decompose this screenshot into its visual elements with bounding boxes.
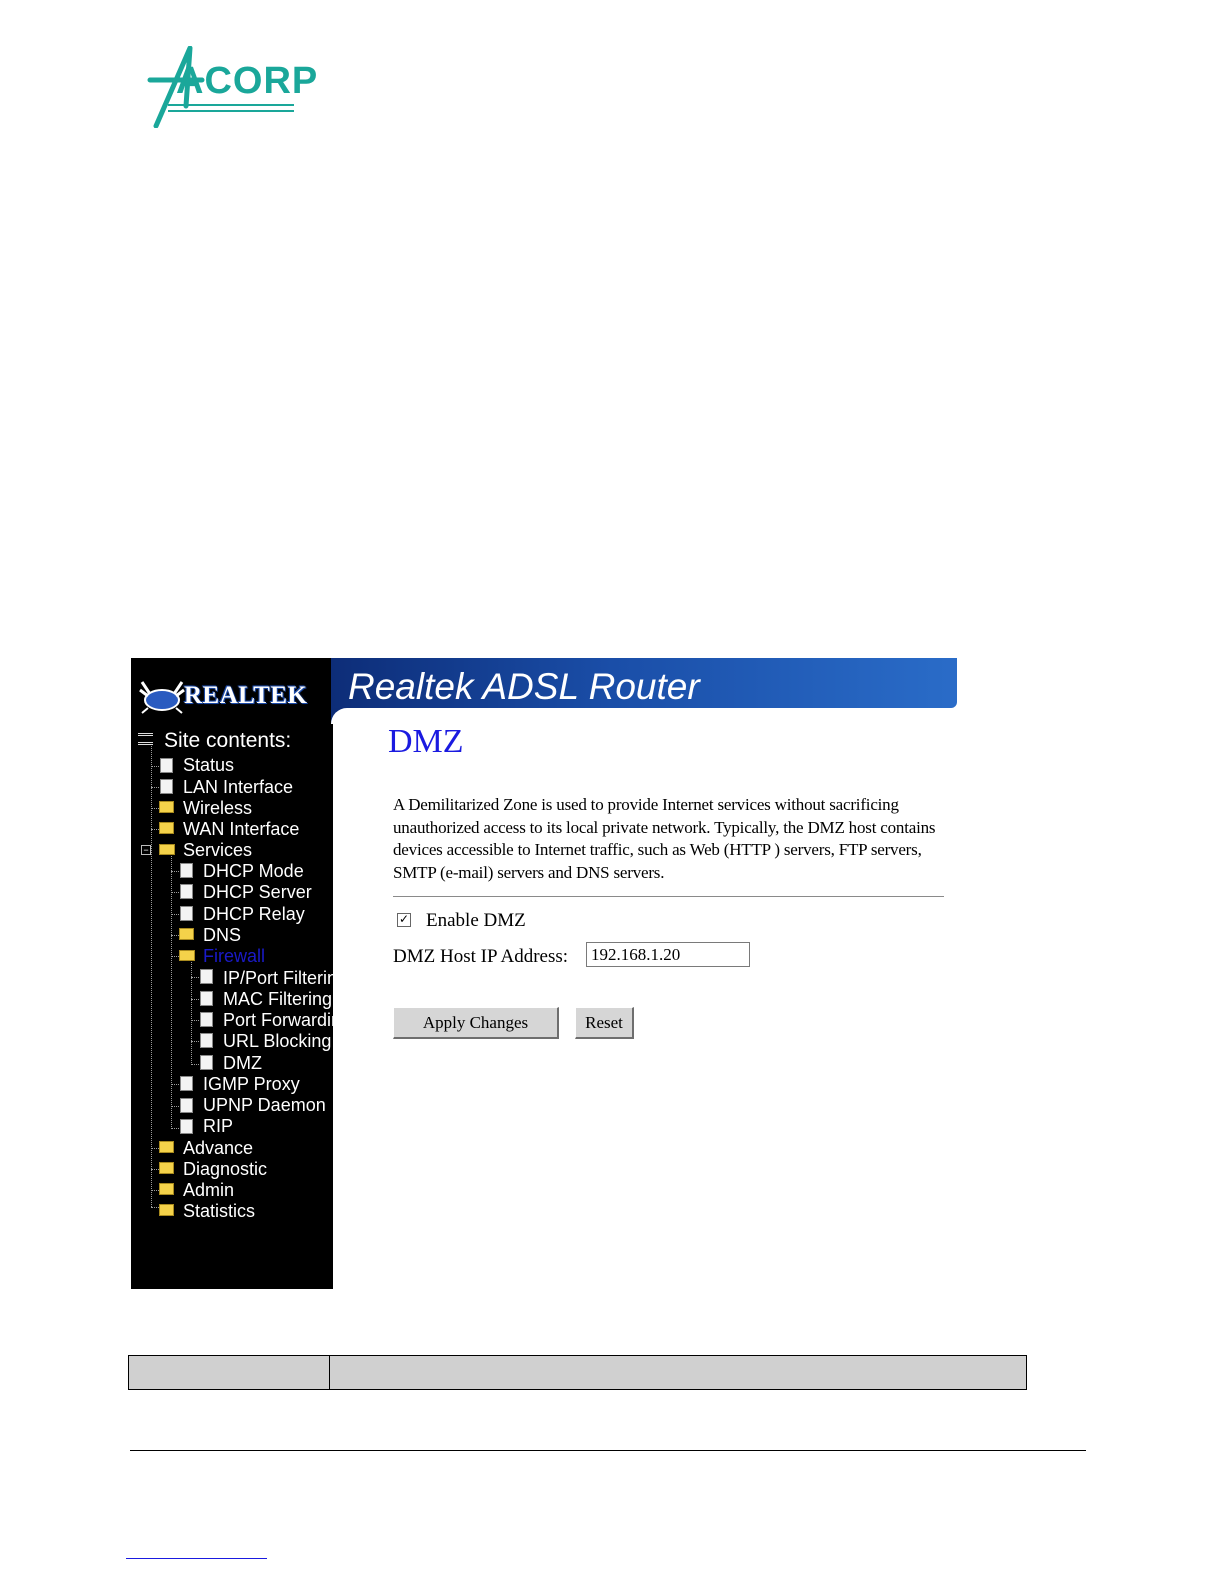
open-folder-icon xyxy=(179,950,195,961)
page-icon xyxy=(200,1033,213,1048)
apply-changes-button[interactable]: Apply Changes xyxy=(393,1007,559,1039)
table-header-cell xyxy=(128,1355,330,1390)
footer-rule xyxy=(130,1450,1086,1451)
dmz-host-ip-input[interactable] xyxy=(586,942,750,967)
folder-icon xyxy=(159,822,174,834)
sidebar-item-wan-interface[interactable]: WAN Interface xyxy=(183,819,299,839)
page-icon xyxy=(180,863,193,878)
sidebar-item-admin[interactable]: Admin xyxy=(183,1180,234,1200)
sidebar-item-dns[interactable]: DNS xyxy=(203,925,241,945)
sidebar-item-rip[interactable]: RIP xyxy=(203,1116,233,1136)
folder-icon xyxy=(159,801,174,813)
sidebar-item-port-forwarding[interactable]: Port Forwarding xyxy=(223,1010,333,1030)
dmz-host-ip-label: DMZ Host IP Address: xyxy=(393,946,569,967)
sidebar-item-firewall[interactable]: Firewall xyxy=(203,946,265,966)
sidebar-item-wireless[interactable]: Wireless xyxy=(183,798,252,818)
sidebar-item-services[interactable]: Services xyxy=(183,840,252,860)
realtek-logo: REALTEK xyxy=(138,676,307,714)
sidebar-tree: Site contents: Status LAN Interface Wire… xyxy=(131,724,333,1289)
page-icon xyxy=(160,758,173,773)
sidebar-item-diagnostic[interactable]: Diagnostic xyxy=(183,1159,267,1179)
router-screenshot: REALTEK Realtek ADSL Router Site content… xyxy=(131,658,959,1289)
collapse-icon[interactable]: − xyxy=(141,845,151,855)
page-icon xyxy=(180,1119,193,1134)
sidebar-item-ip-port-filtering[interactable]: IP/Port Filtering xyxy=(223,968,333,988)
page-icon xyxy=(200,1012,213,1027)
sidebar-item-mac-filtering[interactable]: MAC Filtering xyxy=(223,989,332,1009)
enable-dmz-checkbox[interactable]: ✓ xyxy=(397,913,411,927)
page-icon xyxy=(200,1055,213,1070)
page-description: A Demilitarized Zone is used to provide … xyxy=(393,795,936,882)
page-icon xyxy=(180,906,193,921)
realtek-crab-icon xyxy=(139,681,185,714)
router-banner: REALTEK Realtek ADSL Router xyxy=(131,658,957,724)
router-title: Realtek ADSL Router xyxy=(348,666,700,707)
enable-dmz-label: Enable DMZ xyxy=(426,910,526,931)
realtek-wordmark: REALTEK xyxy=(184,682,308,709)
sidebar-item-upnp-daemon[interactable]: UPNP Daemon xyxy=(203,1095,326,1115)
table-header-cell xyxy=(329,1355,1027,1390)
sidebar-item-url-blocking[interactable]: URL Blocking xyxy=(223,1031,331,1051)
page-icon xyxy=(200,969,213,984)
page-title: DMZ xyxy=(388,723,464,760)
sidebar-item-dhcp-server[interactable]: DHCP Server xyxy=(203,882,312,902)
folder-icon xyxy=(159,1183,174,1195)
sidebar-item-lan-interface[interactable]: LAN Interface xyxy=(183,777,293,797)
page-icon xyxy=(160,779,173,794)
sidebar-item-igmp-proxy[interactable]: IGMP Proxy xyxy=(203,1074,300,1094)
sidebar-item-status[interactable]: Status xyxy=(183,755,234,775)
folder-icon xyxy=(159,1162,174,1174)
folder-icon xyxy=(159,1141,174,1153)
divider xyxy=(393,896,944,897)
sidebar-item-statistics[interactable]: Statistics xyxy=(183,1201,255,1221)
page-icon xyxy=(180,884,193,899)
site-contents-icon xyxy=(138,733,153,745)
sidebar-item-dhcp-mode[interactable]: DHCP Mode xyxy=(203,861,304,881)
parameter-table xyxy=(128,1355,1027,1390)
page-icon xyxy=(180,1098,193,1113)
sidebar-item-advance[interactable]: Advance xyxy=(183,1138,253,1158)
folder-icon xyxy=(159,1204,174,1216)
sidebar-item-dmz[interactable]: DMZ xyxy=(223,1053,262,1073)
open-folder-icon xyxy=(159,844,175,855)
table-row xyxy=(128,1355,1027,1390)
footer-link[interactable] xyxy=(126,1558,267,1559)
tree-root-label: Site contents: xyxy=(164,729,292,752)
page-icon xyxy=(200,991,213,1006)
acorp-wordmark: ACORP xyxy=(176,60,319,102)
page-icon xyxy=(180,1076,193,1091)
logo-underline xyxy=(168,104,294,106)
sidebar-item-dhcp-relay[interactable]: DHCP Relay xyxy=(203,904,305,924)
folder-icon xyxy=(179,928,194,940)
reset-button[interactable]: Reset xyxy=(575,1007,634,1039)
logo-underline xyxy=(168,110,294,112)
